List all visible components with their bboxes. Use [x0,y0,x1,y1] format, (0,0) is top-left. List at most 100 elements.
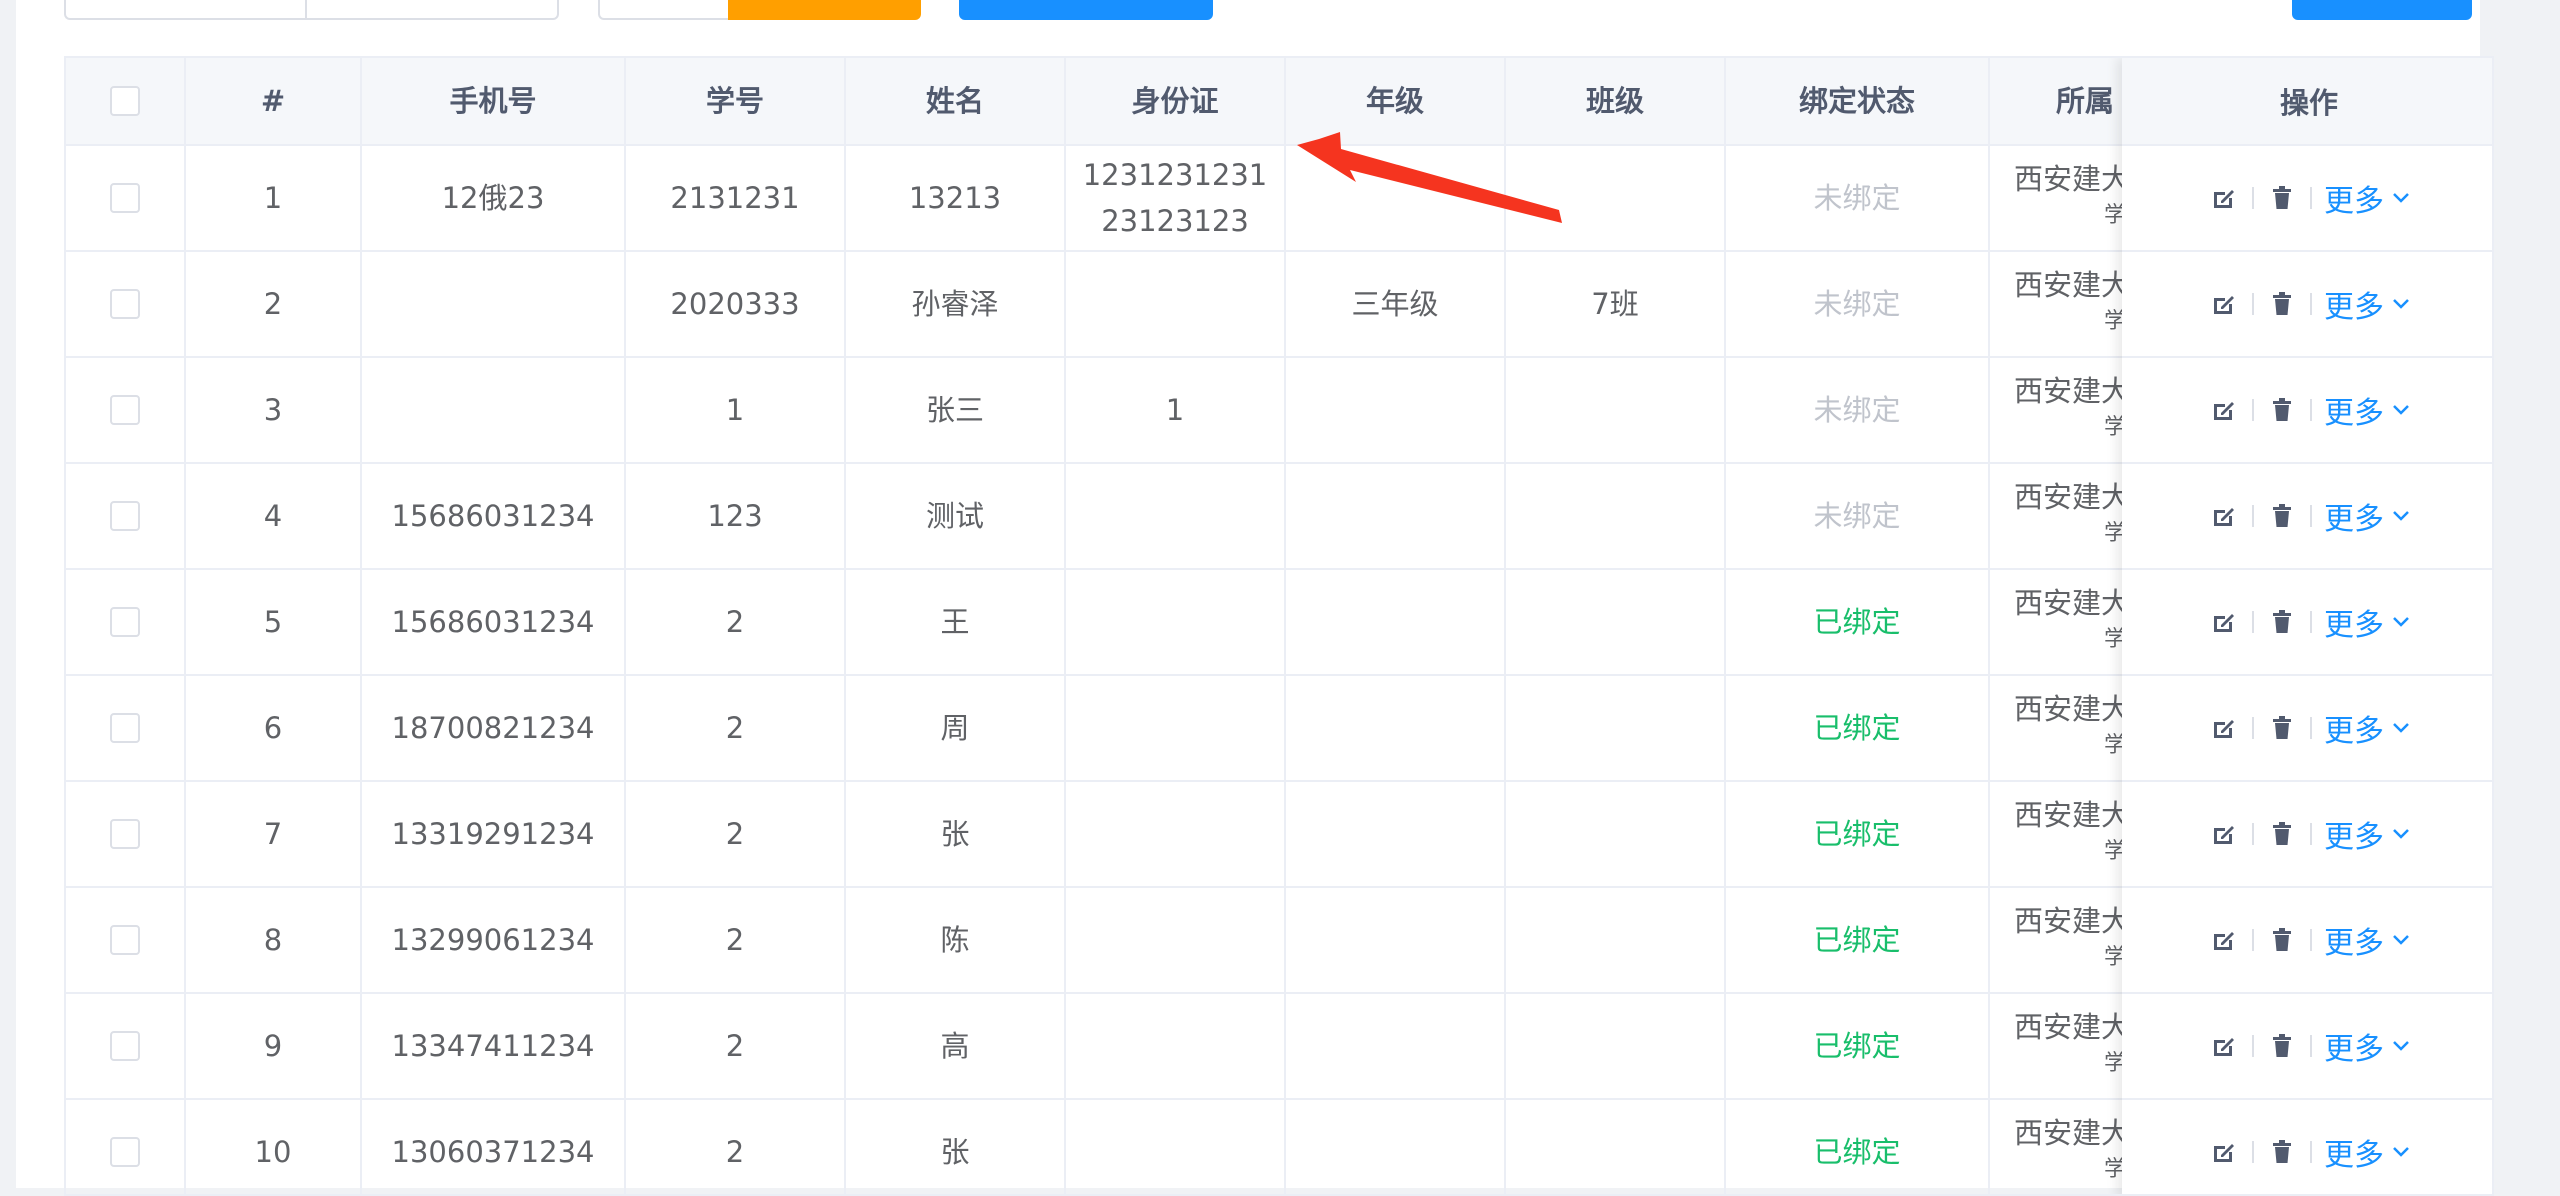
trash-icon[interactable] [2266,606,2298,638]
edit-icon[interactable] [2208,924,2240,956]
row-checkbox[interactable] [110,1137,140,1167]
edit-icon[interactable] [2208,606,2240,638]
row-operations: 更多 [2122,676,2492,782]
cell-index-text: 5 [263,605,283,639]
edit-icon[interactable] [2208,1030,2240,1062]
cell-id-card [1066,888,1286,992]
row-checkbox[interactable] [110,289,140,319]
separator [2252,929,2254,951]
cell-name: 张三 [846,358,1066,462]
row-checkbox[interactable] [110,925,140,955]
more-label: 更多 [2324,1032,2384,1067]
cell-id-card [1066,1100,1286,1194]
edit-icon[interactable] [2208,712,2240,744]
cell-bind-status-text: 未绑定 [1813,393,1901,427]
row-checkbox[interactable] [110,1031,140,1061]
row-checkbox[interactable] [110,501,140,531]
more-dropdown[interactable]: 更多 [2324,1130,2410,1174]
row-select-cell [66,252,186,356]
org-text: 西安建大 [2014,692,2131,726]
edit-icon[interactable] [2208,288,2240,320]
trash-icon[interactable] [2266,924,2298,956]
row-checkbox[interactable] [110,183,140,213]
cell-index-text: 8 [263,923,283,957]
row-operations: 更多 [2122,888,2492,994]
trash-icon[interactable] [2266,1136,2298,1168]
cell-phone: 18700821234 [362,676,626,780]
cell-student-no: 2 [626,570,846,674]
search-input-part-1[interactable] [64,0,305,20]
more-dropdown[interactable]: 更多 [2324,494,2410,538]
toolbar-button-white[interactable] [598,0,728,20]
row-checkbox[interactable] [110,607,140,637]
more-dropdown[interactable]: 更多 [2324,388,2410,432]
trash-icon[interactable] [2266,818,2298,850]
more-dropdown[interactable]: 更多 [2324,176,2410,220]
cell-name: 高 [846,994,1066,1098]
row-checkbox[interactable] [110,713,140,743]
cell-bind-status-text: 已绑定 [1813,1029,1901,1063]
separator [2310,823,2312,845]
cell-name: 王 [846,570,1066,674]
cell-class [1506,888,1726,992]
chevron-down-icon [2393,299,2409,309]
separator [2252,1141,2254,1163]
cell-class [1506,358,1726,462]
cell-bind-status: 已绑定 [1726,570,1990,674]
trash-icon[interactable] [2266,182,2298,214]
search-input-part-2[interactable] [305,0,559,20]
cell-grade [1286,570,1506,674]
row-operations: 更多 [2122,252,2492,358]
more-dropdown[interactable]: 更多 [2324,918,2410,962]
cell-student-no-text: 2 [725,817,745,851]
student-table: # 手机号 学号 姓名 身份证 年级 班级 绑定状态 所属 1 12俄23 2131… [64,56,2494,1196]
select-all-checkbox[interactable] [110,86,140,116]
edit-icon[interactable] [2208,182,2240,214]
cell-name: 测试 [846,464,1066,568]
cell-grade [1286,782,1506,886]
edit-icon[interactable] [2208,500,2240,532]
cell-bind-status-text: 未绑定 [1813,499,1901,533]
cell-index-text: 7 [263,817,283,851]
cell-bind-status-text: 已绑定 [1813,605,1901,639]
chevron-down-icon [2393,829,2409,839]
more-dropdown[interactable]: 更多 [2324,282,2410,326]
separator [2310,1141,2312,1163]
more-dropdown[interactable]: 更多 [2324,706,2410,750]
cell-index: 6 [186,676,362,780]
more-dropdown[interactable]: 更多 [2324,600,2410,644]
row-checkbox[interactable] [110,395,140,425]
toolbar-button-right[interactable] [2292,0,2472,20]
trash-icon[interactable] [2266,1030,2298,1062]
trash-icon[interactable] [2266,712,2298,744]
separator [2310,717,2312,739]
org-text: 西安建大 [2014,374,2131,408]
header-id-card: 身份证 [1066,58,1286,144]
edit-icon[interactable] [2208,818,2240,850]
header-class: 班级 [1506,58,1726,144]
toolbar-button-orange[interactable] [728,0,921,20]
trash-icon[interactable] [2266,288,2298,320]
more-dropdown[interactable]: 更多 [2324,1024,2410,1068]
edit-icon[interactable] [2208,394,2240,426]
row-operations: 更多 [2122,570,2492,676]
row-select-cell [66,1100,186,1194]
cell-student-no-text: 2 [725,1135,745,1169]
org-text-line2: 学 [2104,415,2127,440]
separator [2310,505,2312,527]
cell-index-text: 4 [263,499,283,533]
cell-id-card: 1 [1066,358,1286,462]
row-checkbox[interactable] [110,819,140,849]
trash-icon[interactable] [2266,500,2298,532]
trash-icon[interactable] [2266,394,2298,426]
cell-index-text: 10 [254,1135,292,1169]
separator [2252,717,2254,739]
more-dropdown[interactable]: 更多 [2324,812,2410,856]
cell-student-no-text: 2 [725,605,745,639]
cell-name-text: 王 [940,605,970,639]
cell-phone-text: 13299061234 [391,923,595,957]
edit-icon[interactable] [2208,1136,2240,1168]
toolbar-button-primary[interactable] [959,0,1213,20]
cell-bind-status: 已绑定 [1726,782,1990,886]
cell-phone: 13299061234 [362,888,626,992]
